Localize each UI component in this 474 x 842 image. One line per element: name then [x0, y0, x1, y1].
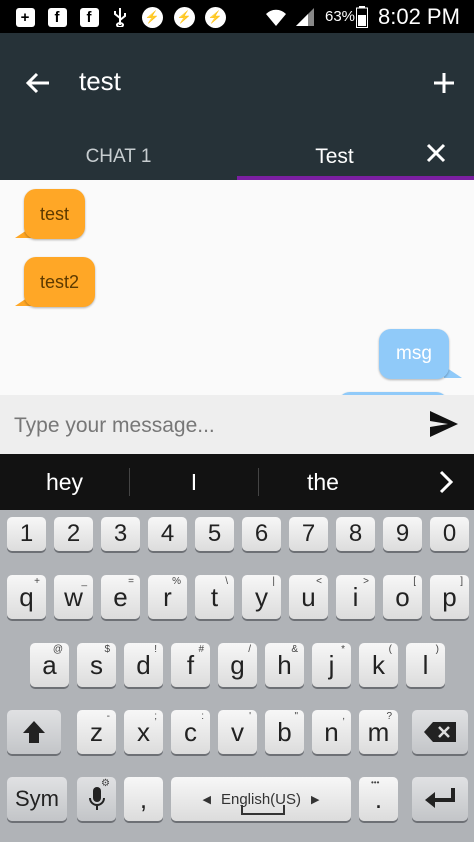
key-v[interactable]: ' v	[218, 710, 257, 754]
close-tab-icon[interactable]	[416, 133, 456, 173]
add-icon[interactable]	[424, 63, 464, 103]
enter-icon	[425, 788, 455, 808]
backspace-icon	[424, 722, 456, 742]
composer	[0, 395, 474, 454]
shift-key[interactable]	[7, 710, 61, 754]
back-arrow-icon[interactable]	[18, 63, 58, 103]
key-3[interactable]: 3	[101, 517, 140, 551]
key-b[interactable]: " b	[265, 710, 304, 754]
key-g[interactable]: / g	[218, 643, 257, 687]
outgoing-message: msg	[379, 329, 449, 379]
sym-key[interactable]: Sym	[7, 777, 67, 821]
key-k[interactable]: (k	[359, 643, 398, 687]
key-d[interactable]: ! d	[124, 643, 163, 687]
incoming-message: test	[24, 189, 85, 239]
keyboard: 1 2 3 4 5 6 7 8 9 0 + q _ w = e % r \ t | y < u…	[0, 510, 474, 842]
send-icon[interactable]	[428, 409, 460, 439]
key-z[interactable]: -z	[77, 710, 116, 754]
key-s[interactable]: $ s	[77, 643, 116, 687]
gear-icon: ⚙	[101, 778, 110, 789]
period-key[interactable]: •••.	[359, 777, 398, 821]
key-y[interactable]: | y	[242, 575, 281, 619]
key-m[interactable]: ? m	[359, 710, 398, 754]
key-0[interactable]: 0	[430, 517, 469, 551]
app-bar: test CHAT 1 Test	[0, 33, 474, 180]
key-e[interactable]: = e	[101, 575, 140, 619]
key-2[interactable]: 2	[54, 517, 93, 551]
key-j[interactable]: * j	[312, 643, 351, 687]
microphone-icon	[88, 787, 105, 810]
key-4[interactable]: 4	[148, 517, 187, 551]
language-left-arrow: ◀	[202, 793, 211, 806]
key-1[interactable]: 1	[7, 517, 46, 551]
key-p[interactable]: ] p	[430, 575, 469, 619]
message-list[interactable]: test test2 msg	[0, 180, 474, 395]
key-n[interactable]: ,n	[312, 710, 351, 754]
voice-input-key[interactable]: ⚙	[77, 777, 116, 821]
key-5[interactable]: 5	[195, 517, 234, 551]
key-r[interactable]: % r	[148, 575, 187, 619]
suggestion-item[interactable]: I	[130, 454, 258, 510]
page-title: test	[79, 66, 121, 96]
backspace-key[interactable]	[412, 710, 468, 754]
enter-key[interactable]	[412, 777, 468, 821]
key-7[interactable]: 7	[289, 517, 328, 551]
facebook-icon: f	[78, 6, 100, 28]
key-f[interactable]: # f	[171, 643, 210, 687]
wifi-icon	[263, 6, 289, 28]
signal-icon	[294, 6, 316, 28]
messenger-icon: ⚡	[141, 6, 163, 28]
key-w[interactable]: _ w	[54, 575, 93, 619]
clock: 8:02 PM	[378, 4, 460, 29]
suggestion-bar: hey I the	[0, 454, 474, 510]
key-8[interactable]: 8	[336, 517, 375, 551]
space-key[interactable]: ◀ English(US) ▶	[171, 777, 351, 821]
battery-icon	[354, 6, 370, 28]
space-bar-glyph	[241, 805, 285, 815]
status-bar: + f f ⚡ ⚡ ⚡ 63% 8:02 PM	[0, 0, 474, 33]
messenger-icon: ⚡	[204, 6, 226, 28]
facebook-icon: f	[46, 6, 68, 28]
suggestion-item[interactable]: the	[259, 454, 387, 510]
key-c[interactable]: :c	[171, 710, 210, 754]
key-l[interactable]: ) l	[406, 643, 445, 687]
message-input[interactable]	[12, 405, 416, 447]
key-q[interactable]: + q	[7, 575, 46, 619]
key-u[interactable]: < u	[289, 575, 328, 619]
incoming-message: test2	[24, 257, 95, 307]
key-x[interactable]: ; x	[124, 710, 163, 754]
key-h[interactable]: & h	[265, 643, 304, 687]
key-6[interactable]: 6	[242, 517, 281, 551]
key-9[interactable]: 9	[383, 517, 422, 551]
suggestion-item[interactable]: hey	[0, 454, 129, 510]
language-right-arrow: ▶	[311, 793, 320, 806]
add-box-icon: +	[14, 6, 36, 28]
key-t[interactable]: \ t	[195, 575, 234, 619]
chevron-right-icon[interactable]	[428, 466, 464, 498]
key-a[interactable]: @ a	[30, 643, 69, 687]
shift-icon	[23, 721, 45, 743]
battery-percent: 63%	[325, 8, 356, 25]
comma-key[interactable]: ,	[124, 777, 163, 821]
tab-chat-1[interactable]: CHAT 1	[0, 137, 237, 176]
usb-icon	[109, 6, 131, 28]
tab-test[interactable]: Test	[237, 137, 432, 176]
key-o[interactable]: [o	[383, 575, 422, 619]
key-i[interactable]: > i	[336, 575, 375, 619]
messenger-icon: ⚡	[173, 6, 195, 28]
